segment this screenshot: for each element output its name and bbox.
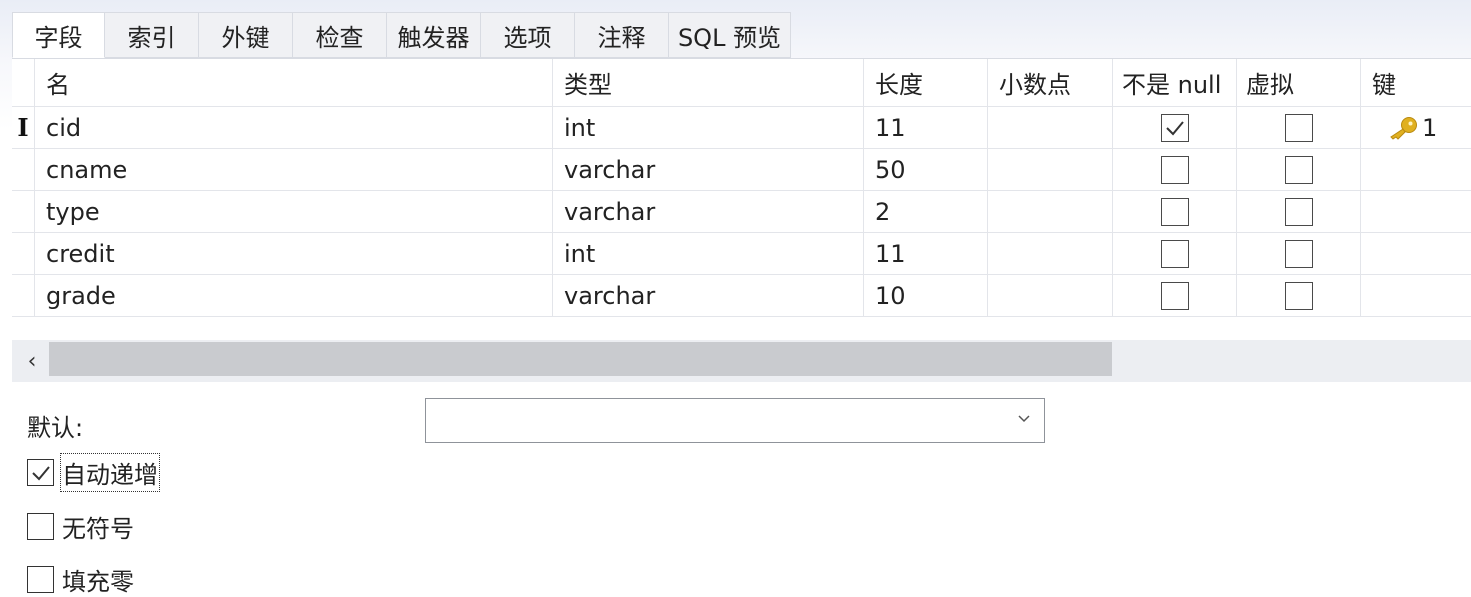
tab-foreign-keys[interactable]: 外键 [199,12,293,58]
header-indicator [12,59,35,106]
field-decimals-cell[interactable] [988,191,1113,232]
virtual-cell [1237,233,1361,274]
field-length-cell[interactable]: 10 [864,275,988,316]
table-row[interactable]: I cid int 11 1 [12,107,1471,149]
column-header-virtual[interactable]: 虚拟 [1237,59,1361,106]
virtual-cell [1237,107,1361,148]
auto-increment-option[interactable]: 自动递增 [27,453,160,492]
table-row[interactable]: grade varchar 10 [12,275,1471,317]
chevron-left-icon: ‹ [27,348,37,374]
virtual-checkbox[interactable] [1284,281,1313,310]
not-null-cell [1113,107,1237,148]
field-decimals-cell[interactable] [988,149,1113,190]
virtual-cell [1237,191,1361,232]
row-indicator [12,233,35,274]
virtual-checkbox[interactable] [1284,239,1313,268]
field-decimals-cell[interactable] [988,233,1113,274]
virtual-checkbox[interactable] [1284,155,1313,184]
chevron-down-icon [1018,415,1030,423]
table-row[interactable]: credit int 11 [12,233,1471,275]
field-length-cell[interactable]: 2 [864,191,988,232]
auto-increment-checkbox[interactable] [27,459,54,486]
column-header-key[interactable]: 键 [1361,59,1471,106]
field-type-cell[interactable]: int [553,107,864,148]
grid-header: 名 类型 长度 小数点 不是 null 虚拟 键 [12,59,1471,107]
not-null-cell [1113,275,1237,316]
zerofill-checkbox[interactable] [27,566,54,593]
not-null-checkbox[interactable] [1160,155,1189,184]
default-label: 默认: [27,414,84,442]
key-cell[interactable] [1361,149,1471,190]
virtual-cell [1237,275,1361,316]
field-decimals-cell[interactable] [988,107,1113,148]
not-null-cell [1113,191,1237,232]
field-name-cell[interactable]: type [35,191,553,232]
field-name-cell[interactable]: grade [35,275,553,316]
not-null-cell [1113,149,1237,190]
key-icon [1390,116,1417,140]
field-type-cell[interactable]: varchar [553,149,864,190]
tab-checks[interactable]: 检查 [293,12,387,58]
default-value-select[interactable] [425,398,1045,443]
zerofill-label[interactable]: 填充零 [62,562,134,597]
field-name-cell[interactable]: cid [35,107,553,148]
column-header-not-null[interactable]: 不是 null [1113,59,1237,106]
key-order: 1 [1422,113,1438,142]
field-decimals-cell[interactable] [988,275,1113,316]
tab-sql-preview[interactable]: SQL 预览 [669,12,791,58]
table-row[interactable]: cname varchar 50 [12,149,1471,191]
horizontal-scrollbar[interactable]: ‹ [12,340,1471,382]
not-null-checkbox[interactable] [1160,281,1189,310]
column-header-name[interactable]: 名 [35,59,553,106]
field-type-cell[interactable]: varchar [553,191,864,232]
unsigned-option[interactable]: 无符号 [27,509,134,544]
field-length-cell[interactable]: 11 [864,107,988,148]
field-name-cell[interactable]: cname [35,149,553,190]
column-header-decimals[interactable]: 小数点 [988,59,1113,106]
virtual-cell [1237,149,1361,190]
row-indicator [12,191,35,232]
tab-indexes[interactable]: 索引 [105,12,199,58]
scroll-left-button[interactable]: ‹ [20,340,44,382]
column-header-type[interactable]: 类型 [553,59,864,106]
not-null-checkbox[interactable] [1160,239,1189,268]
key-cell[interactable] [1361,233,1471,274]
field-name-cell[interactable]: credit [35,233,553,274]
row-indicator [12,149,35,190]
unsigned-label[interactable]: 无符号 [62,509,134,544]
virtual-checkbox[interactable] [1284,113,1313,142]
not-null-cell [1113,233,1237,274]
not-null-checkbox[interactable] [1160,197,1189,226]
check-icon [1165,120,1184,135]
field-type-cell[interactable]: int [553,233,864,274]
current-row-indicator: I [12,107,35,148]
fields-grid: 名 类型 长度 小数点 不是 null 虚拟 键 I cid int 11 1 … [12,58,1471,320]
key-cell[interactable] [1361,191,1471,232]
field-length-cell[interactable]: 50 [864,149,988,190]
zerofill-option[interactable]: 填充零 [27,562,134,597]
unsigned-checkbox[interactable] [27,513,54,540]
tab-fields[interactable]: 字段 [12,12,105,58]
column-header-length[interactable]: 长度 [864,59,988,106]
key-cell[interactable] [1361,275,1471,316]
tab-bar: 字段 索引 外键 检查 触发器 选项 注释 SQL 预览 [12,12,791,58]
tab-triggers[interactable]: 触发器 [387,12,481,58]
table-row[interactable]: type varchar 2 [12,191,1471,233]
auto-increment-label[interactable]: 自动递增 [60,453,160,492]
key-cell[interactable]: 1 [1361,107,1471,148]
tab-comments[interactable]: 注释 [575,12,669,58]
field-type-cell[interactable]: varchar [553,275,864,316]
check-icon [31,465,50,480]
not-null-checkbox[interactable] [1160,113,1189,142]
scrollbar-thumb[interactable] [49,342,1112,376]
virtual-checkbox[interactable] [1284,197,1313,226]
field-length-cell[interactable]: 11 [864,233,988,274]
row-indicator [12,275,35,316]
tab-options[interactable]: 选项 [481,12,575,58]
